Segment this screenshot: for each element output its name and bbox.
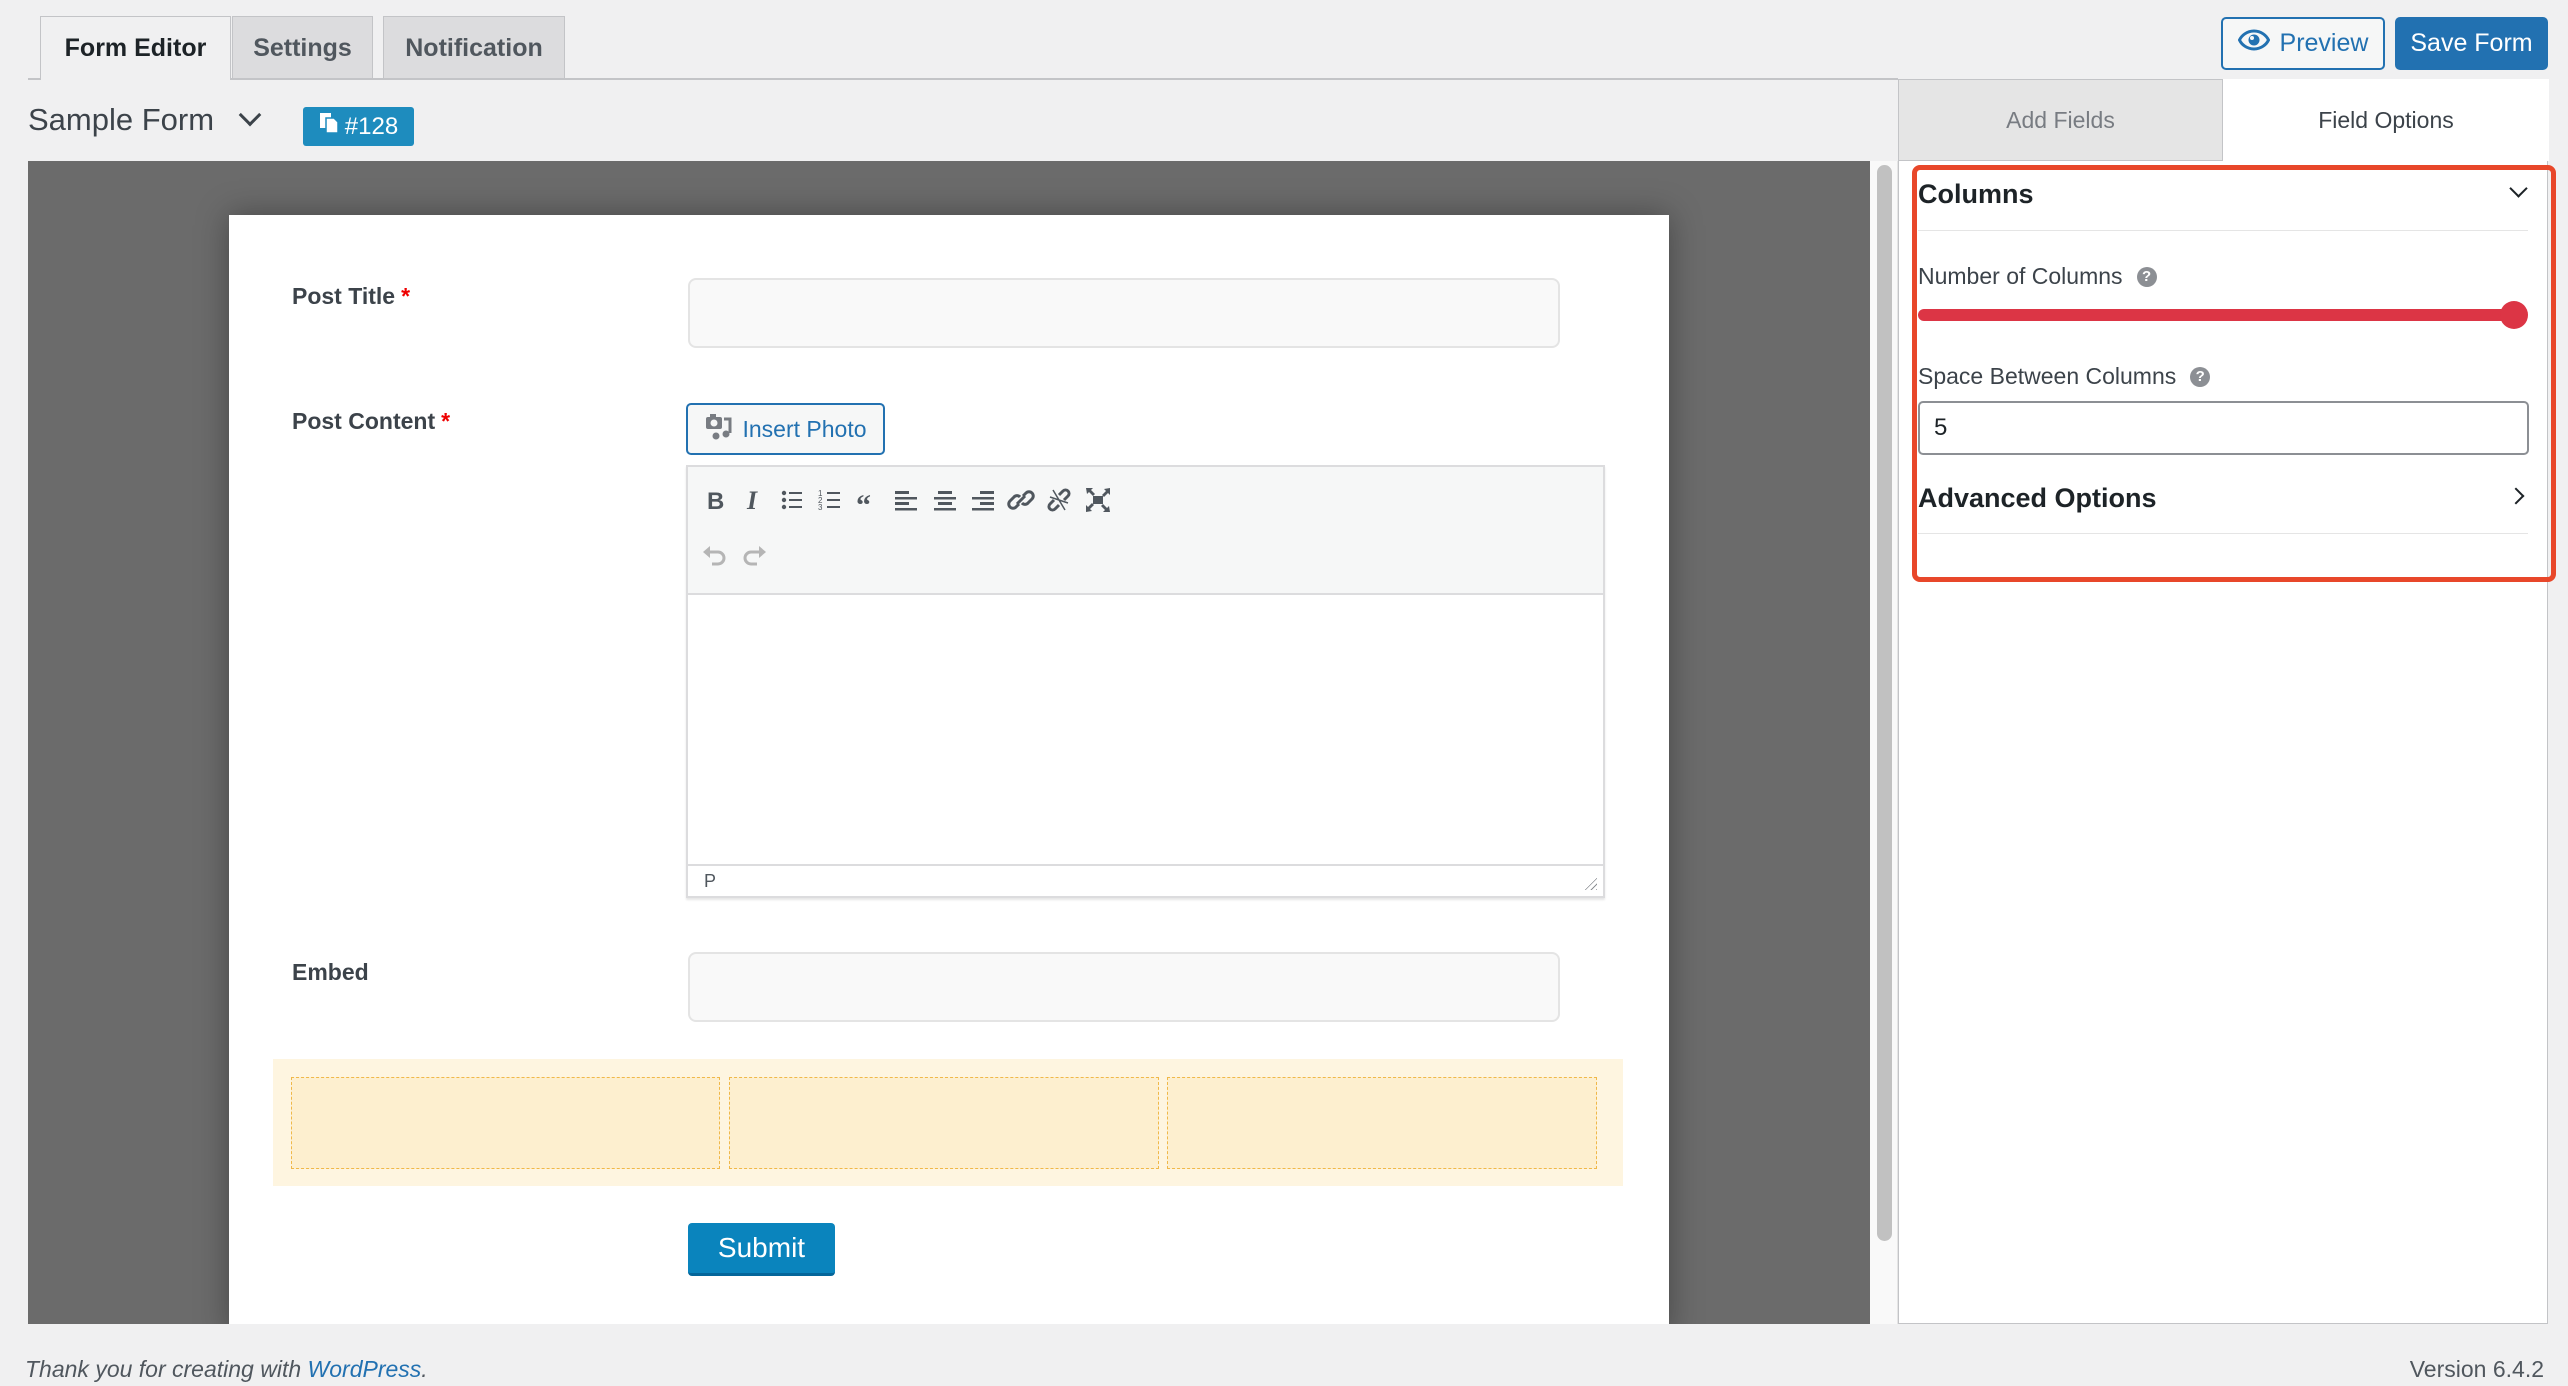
align-left-icon[interactable]: [884, 478, 928, 522]
tabs-divider: [28, 78, 1898, 80]
insert-photo-button[interactable]: Insert Photo: [686, 403, 885, 455]
tab-add-fields[interactable]: Add Fields: [1899, 79, 2223, 161]
form-title-selector[interactable]: Sample Form: [28, 102, 262, 138]
svg-text:I: I: [746, 486, 758, 515]
form-id-badge[interactable]: #128: [303, 107, 414, 146]
required-marker: *: [441, 408, 451, 434]
insert-photo-label: Insert Photo: [742, 415, 867, 442]
editor-content-area[interactable]: [688, 595, 1603, 865]
column-cell[interactable]: [291, 1077, 720, 1169]
resize-handle-icon[interactable]: [1583, 876, 1597, 890]
svg-text:B: B: [707, 488, 724, 515]
editor-status-bar: P: [688, 864, 1603, 896]
scrollbar-thumb[interactable]: [1877, 165, 1892, 1241]
tab-notification[interactable]: Notification: [383, 16, 565, 79]
tab-form-editor[interactable]: Form Editor: [40, 16, 231, 80]
media-icon: [704, 411, 734, 447]
required-marker: *: [401, 283, 411, 309]
eye-icon: [2237, 29, 2270, 58]
submit-button[interactable]: Submit: [688, 1223, 835, 1276]
post-title-input[interactable]: [688, 278, 1560, 348]
preview-label: Preview: [2279, 29, 2369, 57]
element-path[interactable]: P: [704, 871, 716, 892]
svg-text:3: 3: [818, 503, 823, 512]
embed-input[interactable]: [688, 952, 1560, 1022]
chevron-down-icon: [238, 103, 262, 127]
form-id: #128: [344, 112, 399, 140]
tab-settings[interactable]: Settings: [232, 16, 373, 79]
wordpress-link[interactable]: WordPress: [308, 1356, 422, 1382]
copy-icon: [319, 112, 339, 141]
highlight-annotation: [1912, 165, 2556, 582]
tab-field-options[interactable]: Field Options: [2223, 79, 2549, 161]
footer-credit: Thank you for creating with WordPress.: [25, 1356, 428, 1382]
editor-toolbar: B I 123 “: [688, 467, 1603, 595]
remove-link-icon[interactable]: [1037, 478, 1081, 522]
embed-label: Embed: [292, 959, 369, 985]
preview-button[interactable]: Preview: [2221, 17, 2385, 70]
save-form-button[interactable]: Save Form: [2395, 17, 2548, 70]
undo-icon[interactable]: [693, 534, 737, 578]
fullscreen-icon[interactable]: [1076, 478, 1120, 522]
canvas-scrollbar[interactable]: [1870, 161, 1898, 1324]
form-canvas: Post Title * Post Content * Insert Photo B…: [28, 161, 1870, 1324]
rich-text-editor: B I 123 “ P: [686, 465, 1605, 898]
columns-field[interactable]: [273, 1059, 1623, 1186]
column-cell[interactable]: [1167, 1077, 1597, 1169]
redo-icon[interactable]: [732, 534, 776, 578]
version-text: Version 6.4.2: [2409, 1356, 2544, 1382]
column-cell[interactable]: [729, 1077, 1159, 1169]
bold-icon[interactable]: B: [693, 478, 737, 522]
svg-text:“: “: [856, 489, 871, 515]
post-title-label: Post Title *: [292, 283, 411, 309]
form-preview: Post Title * Post Content * Insert Photo B…: [229, 215, 1669, 1324]
form-title: Sample Form: [28, 102, 215, 137]
post-content-label: Post Content *: [292, 408, 451, 434]
